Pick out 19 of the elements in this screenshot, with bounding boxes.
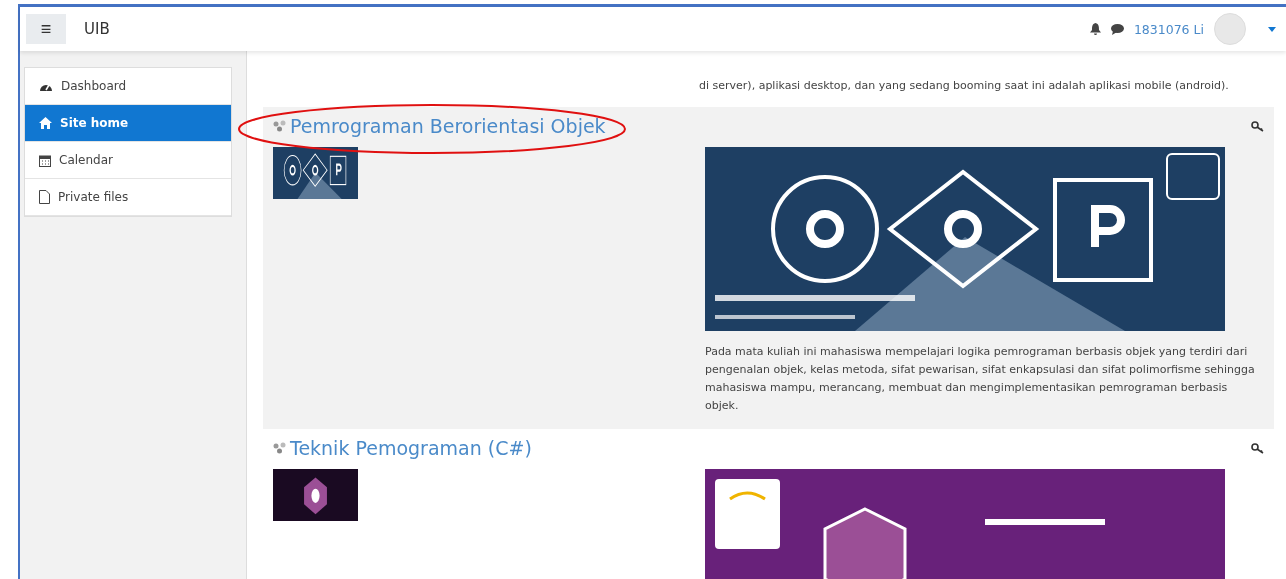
course-title[interactable]: Teknik Pemograman (C#) xyxy=(290,437,532,459)
user-name[interactable]: 1831076 Li xyxy=(1133,21,1204,37)
menu-button[interactable]: ≡ xyxy=(26,14,66,44)
course-icon xyxy=(273,120,286,132)
bell-icon[interactable] xyxy=(1089,23,1101,35)
sidebar-item[interactable]: Site home xyxy=(25,105,231,142)
sidebar-item[interactable]: Calendar xyxy=(25,142,231,179)
key-icon[interactable] xyxy=(1251,120,1264,132)
course-summary: Pada mata kuliah ini mahasiswa mempelajari logika pemrograman berbasis objek yang terdiri dari pengenalan objek, kelas metoda, sifat pewarisan, sifat enkapsulasi dan sifat polimorfisme sehingga mahasiswa mampu, merancang, membuat dan mengimplementasikan pemrograman berbasis objek. xyxy=(705,344,1256,414)
sidebar-item[interactable]: Private files xyxy=(25,179,231,216)
summary-text: di server), aplikasi desktop, dan yang sedang booming saat ini adalah aplikasi mobile (android). xyxy=(699,78,1230,94)
key-icon[interactable] xyxy=(1251,442,1264,454)
file-icon xyxy=(39,190,50,204)
chat-icon[interactable] xyxy=(1110,23,1124,35)
course-icon xyxy=(273,442,286,454)
home-icon xyxy=(39,117,52,129)
calendar-icon xyxy=(39,153,51,167)
caret-icon[interactable] xyxy=(1268,26,1276,32)
site-name[interactable]: UIB xyxy=(84,20,110,38)
